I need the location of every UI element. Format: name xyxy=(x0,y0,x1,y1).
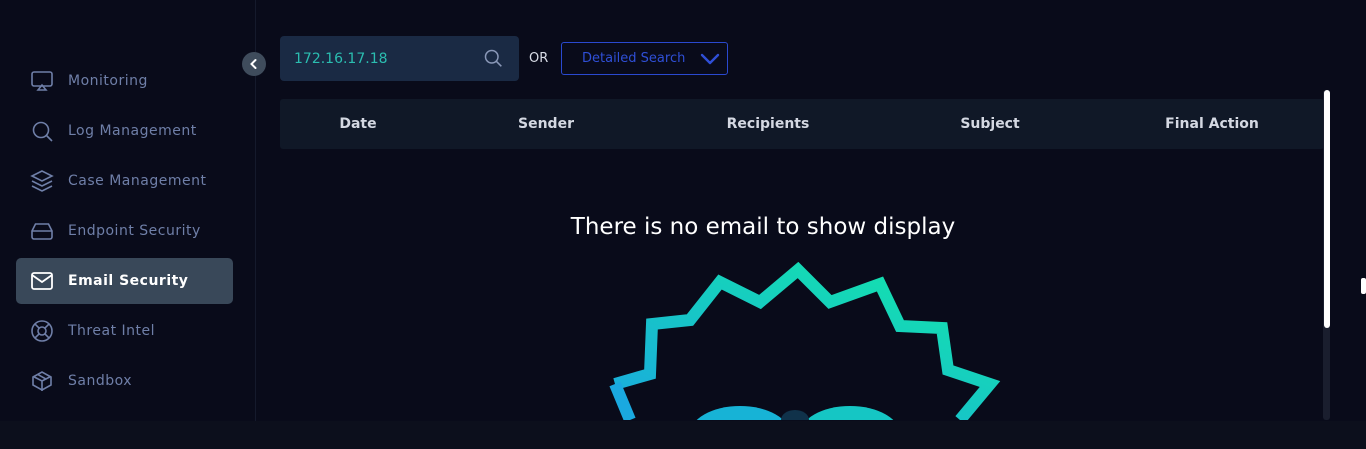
sidebar-item-monitoring[interactable]: Monitoring xyxy=(16,58,233,104)
collapse-sidebar-button[interactable] xyxy=(242,52,266,76)
detailed-search-button[interactable]: Detailed Search xyxy=(561,42,728,75)
sidebar-item-log-management[interactable]: Log Management xyxy=(16,108,233,154)
sidebar-item-label: Email Security xyxy=(68,273,189,289)
detailed-search-label: Detailed Search xyxy=(582,51,686,66)
sidebar-item-email-security[interactable]: Email Security xyxy=(16,258,233,304)
chevron-down-icon xyxy=(699,51,721,71)
search-icon[interactable] xyxy=(483,48,503,72)
column-header-sender[interactable]: Sender xyxy=(518,99,574,149)
empty-state-illustration xyxy=(590,262,1010,420)
sidebar-item-sandbox[interactable]: Sandbox xyxy=(16,358,233,404)
sidebar-item-label: Threat Intel xyxy=(68,323,155,339)
lifebuoy-icon xyxy=(29,318,55,344)
column-header-date[interactable]: Date xyxy=(339,99,376,149)
table-header: Date Sender Recipients Subject Final Act… xyxy=(280,99,1324,149)
sidebar-item-label: Case Management xyxy=(68,173,207,189)
column-header-recipients[interactable]: Recipients xyxy=(727,99,810,149)
scrollbar-thumb[interactable] xyxy=(1324,90,1330,328)
sidebar-item-label: Sandbox xyxy=(68,373,133,389)
page-scrollbar-thumb[interactable] xyxy=(1361,278,1366,294)
bottom-band xyxy=(0,421,1366,449)
monitor-icon xyxy=(29,68,55,94)
sidebar-item-label: Log Management xyxy=(68,123,197,139)
search-box xyxy=(280,36,519,81)
sidebar-item-threat-intel[interactable]: Threat Intel xyxy=(16,308,233,354)
search-icon xyxy=(29,118,55,144)
mail-icon xyxy=(29,268,55,294)
chevron-left-icon xyxy=(250,59,257,69)
or-label: OR xyxy=(529,51,549,66)
column-header-subject[interactable]: Subject xyxy=(960,99,1019,149)
search-input[interactable] xyxy=(292,49,472,68)
empty-state-message: There is no email to show display xyxy=(570,214,956,240)
layers-icon xyxy=(29,168,55,194)
column-header-final-action[interactable]: Final Action xyxy=(1165,99,1259,149)
sidebar: Monitoring Log Management Case Managemen… xyxy=(0,0,256,421)
sidebar-item-case-management[interactable]: Case Management xyxy=(16,158,233,204)
sidebar-item-label: Monitoring xyxy=(68,73,148,89)
box-icon xyxy=(29,368,55,394)
